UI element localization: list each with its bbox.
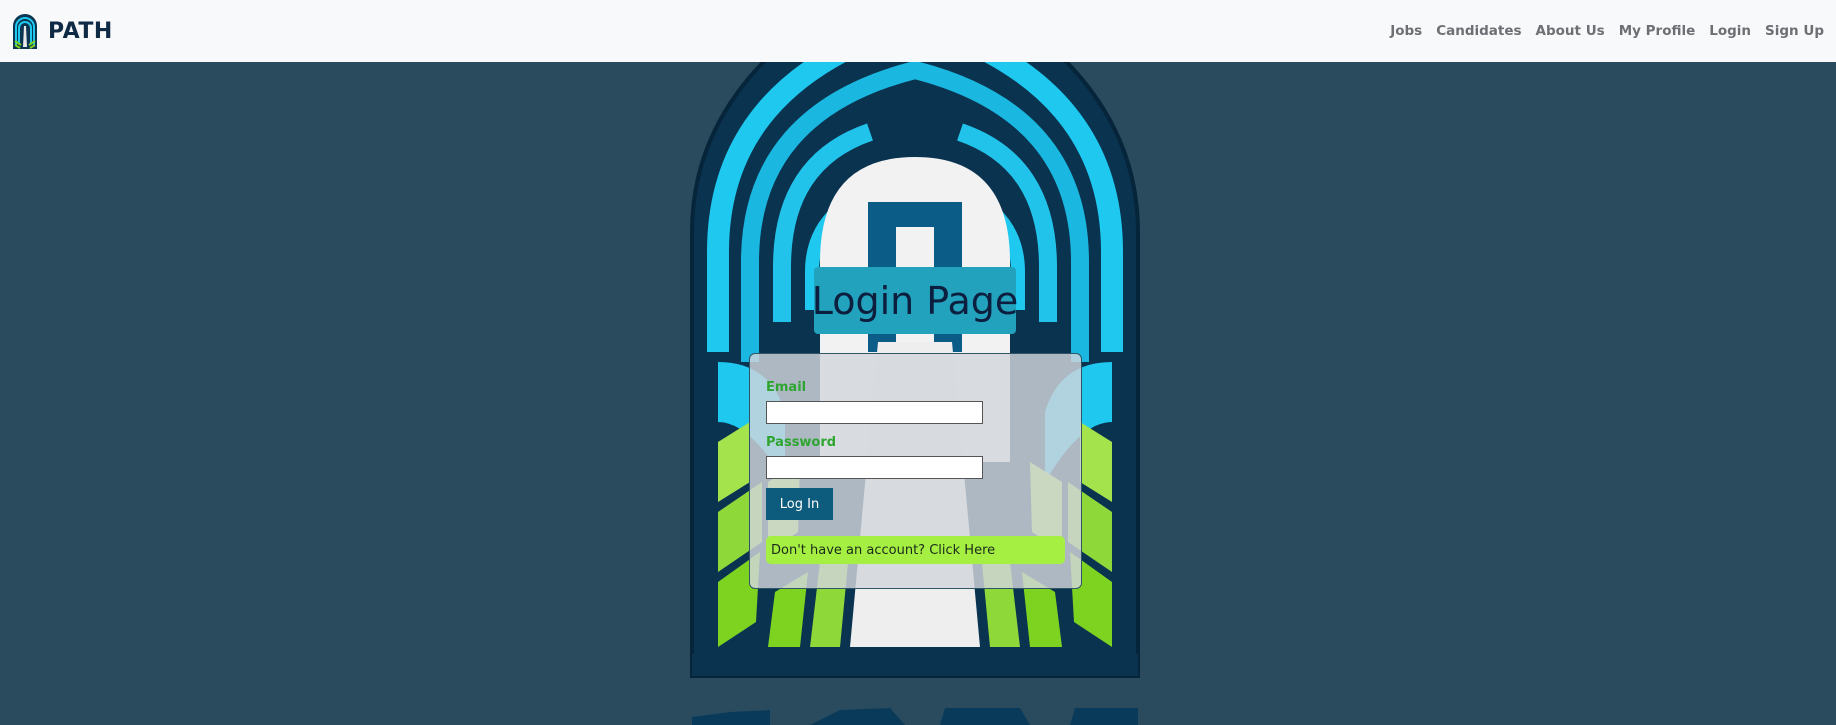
password-field[interactable]: [766, 456, 983, 479]
path-logo-icon: [13, 14, 37, 49]
page-title: Login Page: [811, 278, 1019, 323]
nav-link-login[interactable]: Login: [1709, 23, 1751, 39]
brand-link[interactable]: PATH: [12, 12, 113, 50]
nav-link-candidates[interactable]: Candidates: [1436, 23, 1521, 39]
email-label: Email: [766, 380, 807, 395]
nav-links: Jobs Candidates About Us My Profile Logi…: [1390, 23, 1824, 39]
top-navbar: PATH Jobs Candidates About Us My Profile…: [0, 0, 1836, 62]
email-field[interactable]: [766, 401, 983, 424]
login-form: Email Password Log In Don't have an acco…: [749, 353, 1082, 589]
nav-link-my-profile[interactable]: My Profile: [1619, 23, 1696, 39]
page-title-box: Login Page: [811, 267, 1019, 334]
brand-name: PATH: [48, 18, 113, 44]
password-label: Password: [766, 435, 837, 450]
signup-link[interactable]: Don't have an account? Click Here: [766, 536, 1065, 564]
nav-link-sign-up[interactable]: Sign Up: [1765, 23, 1824, 39]
login-button[interactable]: Log In: [766, 488, 833, 520]
nav-link-jobs[interactable]: Jobs: [1390, 23, 1422, 39]
nav-link-about-us[interactable]: About Us: [1536, 23, 1605, 39]
